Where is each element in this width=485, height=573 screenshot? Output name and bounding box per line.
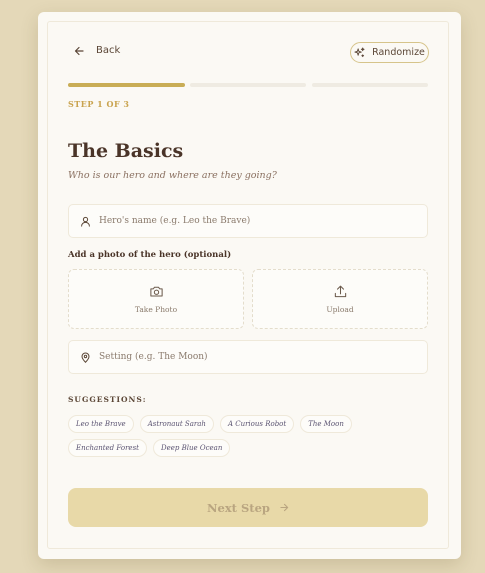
upload-button[interactable]: Upload xyxy=(252,269,428,329)
suggestion-chip[interactable]: Deep Blue Ocean xyxy=(152,439,231,457)
take-photo-button[interactable]: Take Photo xyxy=(68,269,244,329)
progress-segment-3 xyxy=(312,83,428,87)
setting-input[interactable] xyxy=(99,352,399,362)
page-subtitle: Who is our hero and where are they going… xyxy=(68,170,277,181)
take-photo-label: Take Photo xyxy=(134,305,178,314)
randomize-label: Randomize xyxy=(372,47,425,58)
back-button[interactable]: Back xyxy=(74,45,120,56)
suggestion-chip[interactable]: Leo the Brave xyxy=(68,415,134,433)
suggestions-label: SUGGESTIONS: xyxy=(68,395,147,404)
next-step-button[interactable]: Next Step xyxy=(68,488,428,527)
camera-icon xyxy=(149,286,163,297)
hero-name-field[interactable] xyxy=(68,204,428,238)
arrow-right-icon xyxy=(280,503,289,512)
next-step-label: Next Step xyxy=(207,500,270,515)
upload-label: Upload xyxy=(326,305,354,314)
randomize-button[interactable]: Randomize xyxy=(350,42,429,63)
hero-name-input[interactable] xyxy=(99,216,399,226)
arrow-left-icon xyxy=(74,46,84,55)
suggestion-chip[interactable]: A Curious Robot xyxy=(219,415,295,433)
suggestion-chip[interactable]: Enchanted Forest xyxy=(68,439,147,457)
progress-segment-2 xyxy=(190,83,306,87)
setting-field[interactable] xyxy=(68,340,428,374)
photo-section-label: Add a photo of the hero (optional) xyxy=(68,250,232,260)
back-label: Back xyxy=(96,45,121,56)
sparkles-icon xyxy=(354,47,365,58)
user-icon xyxy=(81,216,90,227)
suggestion-chip[interactable]: The Moon xyxy=(300,415,352,433)
page-title: The Basics xyxy=(68,140,184,162)
upload-icon xyxy=(334,285,346,298)
suggestion-chips: Leo the Brave Astronaut Sarah A Curious … xyxy=(68,415,428,457)
progress-segment-1 xyxy=(68,83,185,87)
step-indicator: STEP 1 OF 3 xyxy=(68,99,130,109)
suggestion-chip[interactable]: Astronaut Sarah xyxy=(139,415,214,433)
map-pin-icon xyxy=(81,352,90,363)
